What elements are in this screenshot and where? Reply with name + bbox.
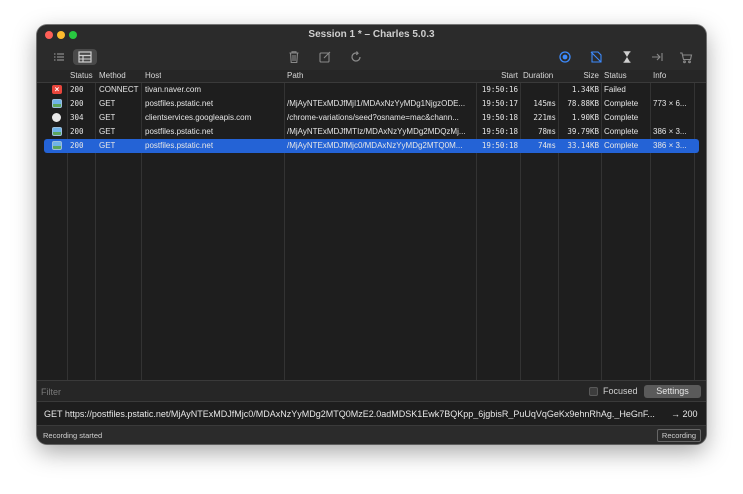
row-path: /chrome-variations/seed?osname=mac&chann… bbox=[287, 113, 459, 122]
column-header-status[interactable]: Status bbox=[70, 70, 93, 82]
filter-input[interactable]: Filter bbox=[41, 387, 61, 397]
row-status: 304 bbox=[70, 113, 84, 122]
row-start: 19:50:18 bbox=[481, 113, 518, 122]
row-method: GET bbox=[99, 141, 116, 150]
table-row-selected[interactable]: 200 GET postfiles.pstatic.net /MjAyNTExM… bbox=[44, 139, 699, 153]
filter-bar: Filter Focused Settings bbox=[37, 380, 706, 402]
row-duration: 78ms bbox=[537, 127, 556, 136]
sessions-table[interactable]: Status Method Host Path Start Duration S… bbox=[37, 70, 706, 380]
window-title: Session 1 * – Charles 5.0.3 bbox=[308, 29, 435, 40]
request-line-bar: GET https://postfiles.pstatic.net/MjAyNT… bbox=[37, 401, 706, 426]
row-status: 200 bbox=[70, 99, 84, 108]
row-state: Complete bbox=[604, 113, 639, 122]
row-state: Failed bbox=[604, 85, 626, 94]
cart-icon[interactable] bbox=[678, 49, 694, 65]
row-path: /MjAyNTExMDJfMjc0/MDAxNzYyMDg2MTQ0M... bbox=[287, 141, 463, 150]
column-header-host[interactable]: Host bbox=[145, 70, 161, 82]
table-row[interactable]: × 200 CONNECT tivan.naver.com 19:50:16 1… bbox=[37, 83, 706, 97]
ssl-proxying-icon[interactable] bbox=[588, 49, 604, 65]
edit-icon[interactable] bbox=[317, 49, 333, 65]
table-row[interactable]: 304 GET clientservices.googleapis.com /c… bbox=[37, 111, 706, 125]
charles-window: Session 1 * – Charles 5.0.3 Status Metho… bbox=[37, 25, 706, 444]
row-duration bbox=[523, 83, 556, 97]
column-header-duration[interactable]: Duration bbox=[523, 70, 553, 82]
row-size: 1.34KB bbox=[571, 85, 599, 94]
row-start: 19:50:18 bbox=[481, 141, 518, 150]
column-header-path[interactable]: Path bbox=[287, 70, 303, 82]
title-bar: Session 1 * – Charles 5.0.3 bbox=[37, 25, 706, 45]
column-header-state[interactable]: Status bbox=[604, 70, 627, 82]
recording-button[interactable]: Recording bbox=[657, 429, 701, 442]
structure-view-icon[interactable] bbox=[73, 49, 97, 65]
row-size: 78.88KB bbox=[567, 99, 599, 108]
row-state: Complete bbox=[604, 141, 639, 150]
breakpoints-icon[interactable] bbox=[649, 49, 665, 65]
row-duration: 74ms bbox=[537, 141, 556, 150]
row-status: 200 bbox=[70, 85, 84, 94]
row-host: tivan.naver.com bbox=[145, 85, 202, 94]
row-path: /MjAyNTExMDJfMjI1/MDAxNzYyMDg1NjgzODE... bbox=[287, 99, 466, 108]
focused-label: Focused bbox=[603, 386, 638, 396]
row-host: postfiles.pstatic.net bbox=[145, 99, 214, 108]
column-header-info[interactable]: Info bbox=[653, 70, 666, 82]
image-icon bbox=[52, 99, 62, 108]
row-path bbox=[287, 83, 474, 97]
row-path: /MjAyNTExMDJfMTIz/MDAxNzYyMDg2MDQzMj... bbox=[287, 127, 466, 136]
row-duration: 145ms bbox=[533, 99, 556, 108]
status-text: Recording started bbox=[43, 431, 103, 440]
table-row[interactable]: 200 GET postfiles.pstatic.net /MjAyNTExM… bbox=[37, 125, 706, 139]
settings-button[interactable]: Settings bbox=[644, 385, 701, 398]
throttle-icon[interactable] bbox=[619, 49, 635, 65]
row-size: 39.79KB bbox=[567, 127, 599, 136]
status-bar: Recording started Recording bbox=[37, 425, 706, 444]
table-row[interactable]: 200 GET postfiles.pstatic.net /MjAyNTExM… bbox=[37, 97, 706, 111]
row-info: 386 × 3... bbox=[653, 127, 687, 136]
failed-icon: × bbox=[52, 85, 62, 94]
row-duration: 221ms bbox=[533, 113, 556, 122]
image-icon bbox=[52, 127, 62, 136]
row-method: CONNECT bbox=[99, 85, 139, 94]
refresh-icon[interactable] bbox=[348, 49, 364, 65]
record-icon[interactable] bbox=[557, 49, 573, 65]
row-state: Complete bbox=[604, 127, 639, 136]
request-url[interactable]: GET https://postfiles.pstatic.net/MjAyNT… bbox=[44, 409, 678, 419]
row-host: postfiles.pstatic.net bbox=[145, 127, 214, 136]
row-state: Complete bbox=[604, 99, 639, 108]
row-start: 19:50:17 bbox=[481, 99, 518, 108]
row-info bbox=[653, 111, 693, 125]
not-modified-icon bbox=[52, 113, 61, 122]
row-info bbox=[653, 83, 693, 97]
row-start: 19:50:18 bbox=[481, 127, 518, 136]
column-header-start[interactable]: Start bbox=[479, 70, 518, 82]
row-host: postfiles.pstatic.net bbox=[145, 141, 214, 150]
column-header-method[interactable]: Method bbox=[99, 70, 126, 82]
focused-checkbox[interactable] bbox=[589, 387, 598, 396]
row-method: GET bbox=[99, 127, 116, 136]
row-host: clientservices.googleapis.com bbox=[145, 113, 252, 122]
column-header-size[interactable]: Size bbox=[561, 70, 599, 82]
row-info: 386 × 3... bbox=[653, 141, 687, 150]
image-icon bbox=[52, 141, 62, 150]
row-status: 200 bbox=[70, 127, 84, 136]
row-method: GET bbox=[99, 99, 116, 108]
toolbar bbox=[37, 45, 706, 71]
trash-icon[interactable] bbox=[286, 49, 302, 65]
list-view-icon[interactable] bbox=[51, 49, 67, 65]
row-size: 1.90KB bbox=[571, 113, 599, 122]
response-status: → 200 bbox=[671, 409, 698, 419]
row-start: 19:50:16 bbox=[481, 85, 518, 94]
table-header: Status Method Host Path Start Duration S… bbox=[37, 70, 706, 83]
row-size: 33.14KB bbox=[567, 141, 599, 150]
row-status: 200 bbox=[70, 141, 84, 150]
row-info: 773 × 6... bbox=[653, 99, 687, 108]
row-method: GET bbox=[99, 113, 116, 122]
